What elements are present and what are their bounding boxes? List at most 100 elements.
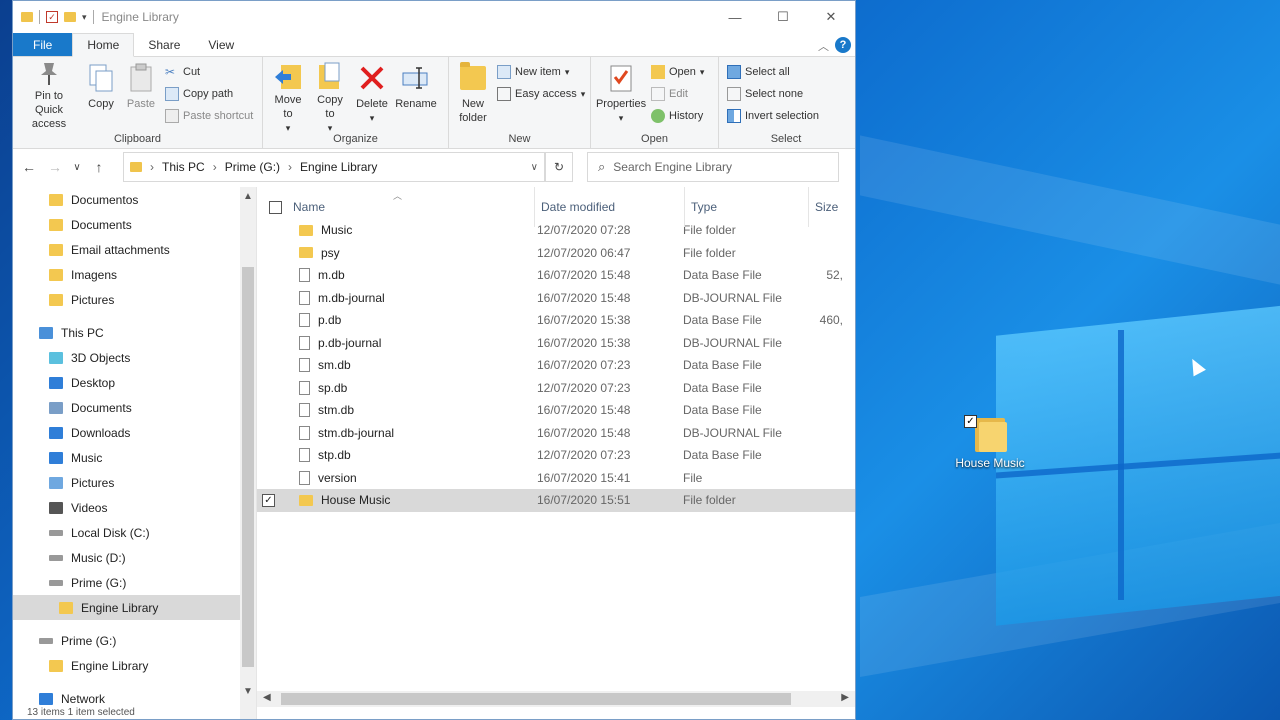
new-item-button[interactable]: New item ▾ bbox=[497, 63, 585, 81]
scroll-left-icon[interactable]: ◀ bbox=[263, 692, 271, 703]
file-row[interactable]: stm.db 16/07/2020 15:48 Data Base File bbox=[257, 399, 855, 422]
invert-selection-button[interactable]: Invert selection bbox=[727, 107, 819, 125]
nav-item[interactable]: Documentos bbox=[13, 187, 256, 212]
file-row[interactable]: m.db 16/07/2020 15:48 Data Base File 52, bbox=[257, 264, 855, 287]
copy-to-button[interactable]: Copy to ▾ bbox=[309, 61, 351, 133]
organize-group: Move to ▾ Copy to ▾ Delete ▾ Rename Orga… bbox=[263, 57, 449, 148]
scrollbar-thumb[interactable] bbox=[281, 693, 791, 705]
nav-item[interactable]: Downloads bbox=[13, 420, 256, 445]
paste-button[interactable]: Paste bbox=[121, 61, 161, 128]
scroll-up-icon[interactable]: ▲ bbox=[243, 191, 253, 202]
select-all-button[interactable]: Select all bbox=[727, 63, 819, 81]
address-bar[interactable]: › This PC › Prime (G:) › Engine Library … bbox=[123, 152, 545, 182]
chevron-down-icon[interactable]: ∨ bbox=[531, 162, 538, 173]
column-header-date[interactable]: Date modified bbox=[535, 187, 685, 227]
desktop-icon-checkbox[interactable]: ✓ bbox=[964, 415, 977, 428]
file-row[interactable]: version 16/07/2020 15:41 File bbox=[257, 467, 855, 490]
nav-item[interactable]: Pictures bbox=[13, 287, 256, 312]
minimize-button[interactable]: — bbox=[711, 1, 759, 33]
properties-quick-icon[interactable]: ✓ bbox=[46, 11, 58, 23]
column-header-name[interactable]: Name ︿ bbox=[287, 187, 535, 227]
copy-path-icon bbox=[165, 87, 179, 101]
select-none-button[interactable]: Select none bbox=[727, 85, 819, 103]
column-header-size[interactable]: Size bbox=[809, 187, 849, 227]
search-box[interactable]: ⌕ Search Engine Library bbox=[587, 152, 839, 182]
nav-item[interactable]: This PC bbox=[13, 320, 256, 345]
nav-item[interactable]: Music bbox=[13, 445, 256, 470]
tab-share[interactable]: Share bbox=[134, 33, 194, 56]
desktop-folder-house-music[interactable]: House Music bbox=[950, 412, 1030, 470]
nav-item[interactable]: Imagens bbox=[13, 262, 256, 287]
back-icon[interactable]: ← bbox=[21, 159, 37, 175]
scroll-down-icon[interactable]: ▼ bbox=[243, 686, 253, 697]
nav-item[interactable]: Documents bbox=[13, 395, 256, 420]
pin-to-quick-access-button[interactable]: Pin to Quick access bbox=[17, 61, 81, 130]
nav-item[interactable]: Prime (G:) bbox=[13, 628, 256, 653]
nav-item[interactable]: 3D Objects bbox=[13, 345, 256, 370]
new-folder-quick-icon[interactable] bbox=[64, 12, 76, 22]
refresh-button[interactable]: ↻ bbox=[545, 152, 573, 182]
search-icon: ⌕ bbox=[598, 159, 606, 174]
file-row[interactable]: sm.db 16/07/2020 07:23 Data Base File bbox=[257, 354, 855, 377]
new-folder-button[interactable]: New folder bbox=[453, 61, 493, 128]
history-button[interactable]: History bbox=[651, 107, 704, 125]
copy-button[interactable]: Copy bbox=[81, 61, 121, 128]
folder-icon bbox=[49, 243, 63, 256]
file-row[interactable]: sp.db 12/07/2020 07:23 Data Base File bbox=[257, 377, 855, 400]
navigation-scrollbar[interactable]: ▲ ▼ bbox=[240, 187, 256, 719]
up-icon[interactable]: ↑ bbox=[91, 159, 107, 175]
nav-item[interactable]: Engine Library bbox=[13, 653, 256, 678]
select-none-icon bbox=[727, 87, 741, 101]
copy-path-button[interactable]: Copy path bbox=[165, 85, 253, 103]
collapse-ribbon-icon[interactable]: ︿ bbox=[818, 38, 829, 54]
help-icon[interactable]: ? bbox=[835, 37, 851, 53]
nav-item[interactable]: Local Disk (C:) bbox=[13, 520, 256, 545]
file-row[interactable]: p.db-journal 16/07/2020 15:38 DB-JOURNAL F… bbox=[257, 332, 855, 355]
file-name-cell: m.db-journal bbox=[257, 290, 529, 305]
nav-item[interactable]: Prime (G:) bbox=[13, 570, 256, 595]
file-row[interactable]: ✓ House Music 16/07/2020 15:51 File folder bbox=[257, 489, 855, 512]
rename-button[interactable]: Rename bbox=[393, 61, 439, 128]
nav-item[interactable]: Music (D:) bbox=[13, 545, 256, 570]
row-checkbox[interactable]: ✓ bbox=[262, 493, 275, 507]
file-row[interactable]: stp.db 12/07/2020 07:23 Data Base File bbox=[257, 444, 855, 467]
tab-home[interactable]: Home bbox=[72, 33, 135, 57]
recent-locations-icon[interactable]: ∨ bbox=[73, 162, 81, 173]
select-all-checkbox[interactable] bbox=[257, 187, 287, 227]
nav-item[interactable]: Documents bbox=[13, 212, 256, 237]
nav-item[interactable]: Email attachments bbox=[13, 237, 256, 262]
scrollbar-thumb[interactable] bbox=[242, 267, 254, 667]
move-to-button[interactable]: Move to ▾ bbox=[267, 61, 309, 133]
tab-file[interactable]: File bbox=[13, 33, 73, 56]
properties-button[interactable]: Properties ▾ bbox=[595, 61, 647, 128]
maximize-button[interactable]: ☐ bbox=[759, 1, 807, 33]
file-row[interactable]: psy 12/07/2020 06:47 File folder bbox=[257, 242, 855, 265]
scroll-right-icon[interactable]: ▶ bbox=[841, 692, 849, 703]
nav-item[interactable]: Videos bbox=[13, 495, 256, 520]
nav-item[interactable]: Desktop bbox=[13, 370, 256, 395]
nav-item[interactable]: Engine Library bbox=[13, 595, 256, 620]
nav-item[interactable]: Pictures bbox=[13, 470, 256, 495]
breadcrumb-this-pc[interactable]: This PC bbox=[162, 160, 205, 174]
edit-button[interactable]: Edit bbox=[651, 85, 704, 103]
file-row[interactable]: m.db-journal 16/07/2020 15:48 DB-JOURNAL F… bbox=[257, 287, 855, 310]
pictures-icon bbox=[49, 476, 63, 489]
easy-access-button[interactable]: Easy access ▾ bbox=[497, 85, 585, 103]
breadcrumb-engine-library[interactable]: Engine Library bbox=[300, 160, 377, 174]
open-button[interactable]: Open ▾ bbox=[651, 63, 704, 81]
breadcrumb-prime-g[interactable]: Prime (G:) bbox=[225, 160, 280, 174]
paste-shortcut-button[interactable]: Paste shortcut bbox=[165, 107, 253, 125]
column-header-type[interactable]: Type bbox=[685, 187, 809, 227]
close-button[interactable]: ✕ bbox=[807, 1, 855, 33]
horizontal-scrollbar[interactable]: ◀ ▶ bbox=[257, 691, 855, 707]
select-all-icon bbox=[727, 65, 741, 79]
tab-view[interactable]: View bbox=[194, 33, 248, 56]
cut-button[interactable]: ✂ Cut bbox=[165, 63, 253, 81]
customize-toolbar-icon[interactable]: ▾ bbox=[82, 12, 87, 23]
file-type: DB-JOURNAL File bbox=[683, 335, 782, 350]
file-row[interactable]: stm.db-journal 16/07/2020 15:48 DB-JOURNAL… bbox=[257, 422, 855, 445]
file-row[interactable]: p.db 16/07/2020 15:38 Data Base File 460, bbox=[257, 309, 855, 332]
forward-icon[interactable]: → bbox=[47, 159, 63, 175]
downloads-icon bbox=[49, 426, 63, 439]
delete-button[interactable]: Delete ▾ bbox=[351, 61, 393, 128]
